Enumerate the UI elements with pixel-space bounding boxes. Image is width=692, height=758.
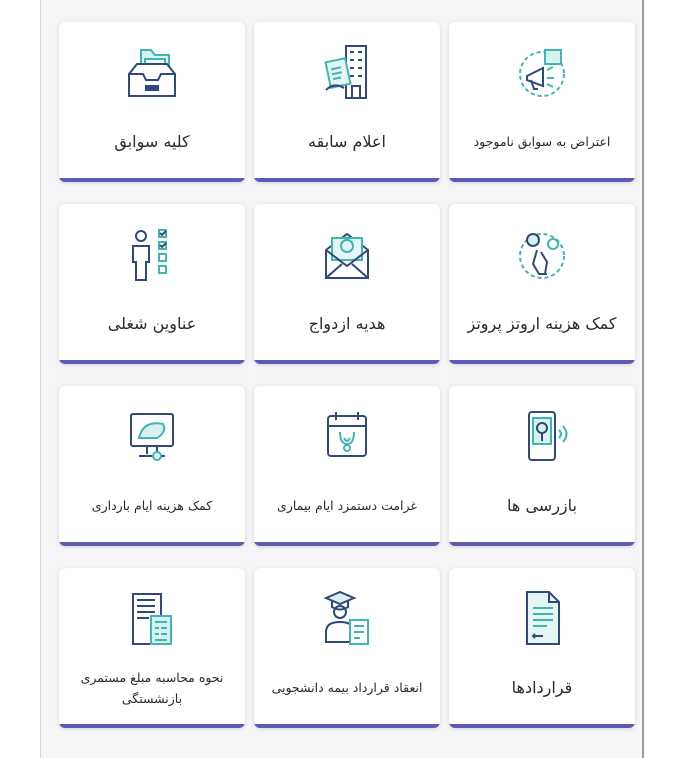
tile-label: قراردادها	[511, 678, 573, 698]
tile-pregnancy-aid[interactable]: کمک هزینه ایام بارداری	[59, 386, 245, 546]
tile-label: کمک هزینه اروتز پروتز	[467, 314, 617, 334]
tile-label: عناوین شغلی	[107, 314, 197, 334]
inspection-phone-icon	[507, 404, 577, 470]
tile-prosthesis-aid[interactable]: کمک هزینه اروتز پروتز	[449, 204, 635, 364]
graduate-contract-icon	[312, 586, 382, 652]
person-checklist-icon	[117, 222, 187, 288]
tile-label: اعتراض به سوابق ناموجود	[473, 134, 611, 150]
megaphone-protest-icon	[507, 40, 577, 106]
tile-label: هدیه ازدواج	[308, 314, 386, 334]
tile-label: غرامت دستمزد ایام بیماری	[277, 498, 417, 514]
tile-label: بازرسی ها	[507, 496, 577, 516]
inbox-folder-icon	[117, 40, 187, 106]
calendar-stethoscope-icon	[312, 404, 382, 470]
tile-sick-leave-wage[interactable]: غرامت دستمزد ایام بیماری	[254, 386, 440, 546]
tile-pension-calculation[interactable]: نحوه محاسبه مبلغ مستمری بازنشستگی	[59, 568, 245, 728]
contract-document-icon	[507, 586, 577, 652]
tile-student-insurance-contract[interactable]: انعقاد قرارداد بیمه دانشجویی	[254, 568, 440, 728]
tile-inspections[interactable]: بازرسی ها	[449, 386, 635, 546]
tile-job-titles[interactable]: عناوین شغلی	[59, 204, 245, 364]
app-frame: کلیه سوابق اعلام سابقه اعتراض به سوابق ن…	[40, 0, 644, 758]
tile-all-records[interactable]: کلیه سوابق	[59, 22, 245, 182]
tile-label: نحوه محاسبه مبلغ مستمری بازنشستگی	[80, 669, 224, 706]
tile-label: اعلام سابقه	[308, 132, 386, 152]
tile-label: کلیه سوابق	[114, 132, 190, 152]
tile-contracts[interactable]: قراردادها	[449, 568, 635, 728]
tile-marriage-gift[interactable]: هدیه ازدواج	[254, 204, 440, 364]
services-grid: کلیه سوابق اعلام سابقه اعتراض به سوابق ن…	[59, 22, 639, 728]
ultrasound-monitor-icon	[117, 404, 187, 470]
prosthetic-leg-icon	[507, 222, 577, 288]
envelope-gift-icon	[312, 222, 382, 288]
tile-label: کمک هزینه ایام بارداری	[91, 498, 213, 514]
tile-objection-records[interactable]: اعتراض به سوابق ناموجود	[449, 22, 635, 182]
building-document-icon	[312, 40, 382, 106]
calculator-document-icon	[117, 586, 187, 652]
tile-declare-record[interactable]: اعلام سابقه	[254, 22, 440, 182]
tile-label: انعقاد قرارداد بیمه دانشجویی	[271, 680, 423, 696]
